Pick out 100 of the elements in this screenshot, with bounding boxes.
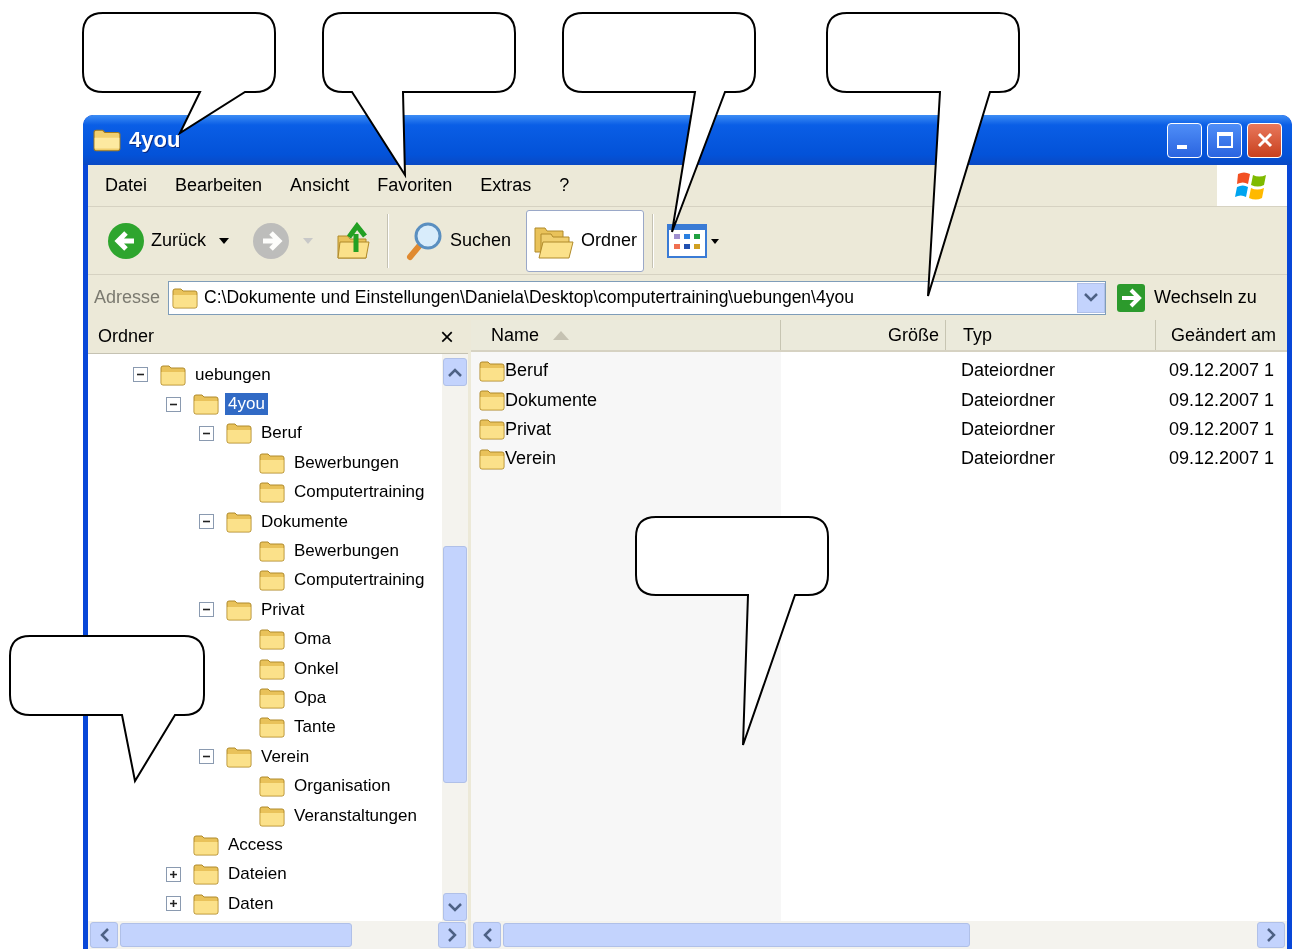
sort-arrow-icon [553, 330, 569, 340]
folder-icon [259, 775, 285, 798]
file-name[interactable]: Dokumente [505, 389, 598, 411]
go-button[interactable]: Wechseln zu [1114, 282, 1259, 313]
close-button[interactable] [1247, 122, 1282, 158]
tree-item[interactable]: 4you [225, 393, 268, 416]
folder-icon [259, 451, 285, 474]
folder-icon [193, 892, 219, 915]
search-button[interactable]: Suchen [397, 215, 519, 266]
scrollbar[interactable] [471, 921, 1287, 949]
folder-icon [160, 363, 186, 386]
address-field[interactable]: C:\Dokumente und Einstellungen\Daniela\Desktop\computertraining\uebungen\4you [168, 280, 1107, 315]
dropdown-button[interactable] [1077, 282, 1106, 313]
menu-item[interactable]: Extras [480, 175, 532, 196]
scroll-thumb[interactable] [443, 546, 467, 783]
menu-item[interactable]: Bearbeiten [175, 175, 263, 196]
file-type: Dateiordner [961, 360, 1056, 382]
expand-icon[interactable] [166, 866, 181, 882]
maximize-icon [1215, 131, 1234, 149]
chevron-up-icon [448, 367, 462, 377]
menu-item[interactable]: Ansicht [290, 175, 350, 196]
file-type: Dateiordner [961, 389, 1056, 411]
folder-icon [259, 569, 285, 592]
folder-icon [479, 359, 505, 382]
chevron-down-icon [448, 902, 462, 912]
modified-date: 09.12.2007 1 [1169, 448, 1275, 470]
scroll-right-button[interactable] [438, 922, 466, 948]
column-header[interactable]: Größe [781, 320, 946, 350]
close-button[interactable]: × [440, 324, 454, 349]
scroll-thumb[interactable] [503, 923, 970, 947]
column-header[interactable]: Typ [946, 320, 1156, 350]
search-icon [404, 220, 444, 261]
collapse-icon[interactable] [166, 396, 181, 412]
chevron-right-icon [1266, 928, 1276, 942]
tree-item[interactable]: Dateien [225, 863, 290, 886]
scroll-left-button[interactable] [473, 922, 501, 948]
folder-icon [259, 657, 285, 680]
minimize-button[interactable] [1167, 122, 1202, 158]
expand-icon[interactable] [166, 896, 181, 912]
minimize-icon [1176, 145, 1187, 149]
collapse-icon[interactable] [199, 425, 214, 441]
tree-item[interactable]: Privat [258, 598, 308, 621]
caret-icon[interactable] [219, 237, 229, 244]
modified-date: 09.12.2007 1 [1169, 418, 1275, 440]
column-header[interactable]: Name [471, 320, 781, 350]
tree-item[interactable]: Oma [291, 628, 334, 651]
tree-item[interactable]: Veranstaltungen [291, 804, 420, 827]
folder-icon [259, 804, 285, 827]
scroll-right-button[interactable] [1257, 922, 1285, 948]
close-icon [1255, 131, 1274, 149]
tree-item[interactable]: Bewerbungen [291, 540, 402, 563]
maximize-button[interactable] [1207, 122, 1242, 158]
tree-item[interactable]: Verein [258, 745, 313, 768]
tree-item[interactable]: Computertraining [291, 481, 428, 504]
tree-item[interactable]: Beruf [258, 422, 305, 445]
collapse-icon[interactable] [199, 602, 214, 618]
menu-item[interactable]: Datei [105, 175, 148, 196]
menu-item[interactable]: ? [559, 175, 570, 196]
tree-item[interactable]: Bewerbungen [291, 451, 402, 474]
folder-icon [479, 418, 505, 441]
folder-icon [226, 510, 252, 533]
scroll-down-button[interactable] [443, 893, 467, 921]
file-name[interactable]: Privat [505, 418, 551, 440]
tree-item[interactable]: Onkel [291, 657, 342, 680]
folder-icon [479, 389, 505, 412]
tree-item[interactable]: Organisation [291, 775, 394, 798]
folder-icon [259, 481, 285, 504]
tree-item[interactable]: Daten [225, 892, 277, 915]
folder-icon [172, 286, 199, 309]
folders-button[interactable]: Ordner [526, 209, 645, 272]
scroll-up-button[interactable] [443, 358, 467, 386]
scroll-left-button[interactable] [90, 922, 118, 948]
tree-item[interactable]: Dokumente [258, 510, 351, 533]
scrollbar[interactable] [88, 921, 468, 949]
modified-date: 09.12.2007 1 [1169, 389, 1275, 411]
column-header[interactable]: Geändert am [1156, 320, 1287, 350]
menu-item[interactable]: Favoriten [377, 175, 453, 196]
tree-item[interactable]: Access [225, 833, 286, 856]
back-button[interactable]: Zurück [100, 216, 213, 265]
folder-icon [193, 833, 219, 856]
modified-date: 09.12.2007 1 [1169, 360, 1275, 382]
tree-item[interactable]: Computertraining [291, 569, 428, 592]
scroll-thumb[interactable] [120, 923, 352, 947]
collapse-icon[interactable] [199, 514, 214, 530]
folder-icon [226, 598, 252, 621]
folder-icon [259, 687, 285, 709]
folder-icon [259, 716, 285, 739]
folder-icon [226, 422, 252, 445]
folder-icon [259, 540, 285, 563]
collapse-icon[interactable] [199, 749, 214, 765]
file-name[interactable]: Beruf [505, 360, 549, 382]
tree-item[interactable]: uebungen [192, 363, 274, 386]
chevron-right-icon [447, 928, 457, 942]
file-name[interactable]: Verein [505, 448, 557, 470]
folder-up-icon [336, 221, 372, 260]
collapse-icon[interactable] [133, 367, 148, 383]
tree-item[interactable]: Tante [291, 716, 339, 739]
tree-item[interactable]: Opa [291, 687, 330, 709]
scrollbar[interactable] [442, 354, 468, 921]
file-type: Dateiordner [961, 418, 1056, 440]
